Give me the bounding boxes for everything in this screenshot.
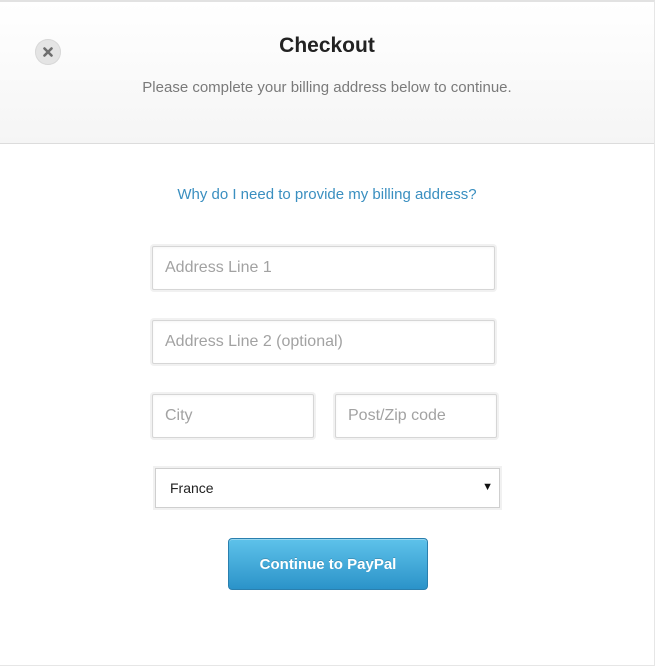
address-line-1-input[interactable] — [152, 246, 495, 290]
modal-header: Checkout Please complete your billing ad… — [0, 2, 654, 144]
address-line-2-input[interactable] — [152, 320, 495, 364]
postcode-input[interactable] — [335, 394, 497, 438]
city-input[interactable] — [152, 394, 314, 438]
continue-to-paypal-button[interactable]: Continue to PayPal — [228, 538, 428, 590]
country-select-value: France — [170, 480, 214, 496]
page-title: Checkout — [279, 34, 375, 57]
billing-address-help-link[interactable]: Why do I need to provide my billing addr… — [0, 186, 654, 203]
checkout-modal: Checkout Please complete your billing ad… — [0, 0, 655, 666]
country-select[interactable]: France ▼ — [155, 468, 500, 508]
page-subtitle: Please complete your billing address bel… — [142, 79, 512, 96]
caret-down-icon: ▼ — [482, 481, 493, 493]
